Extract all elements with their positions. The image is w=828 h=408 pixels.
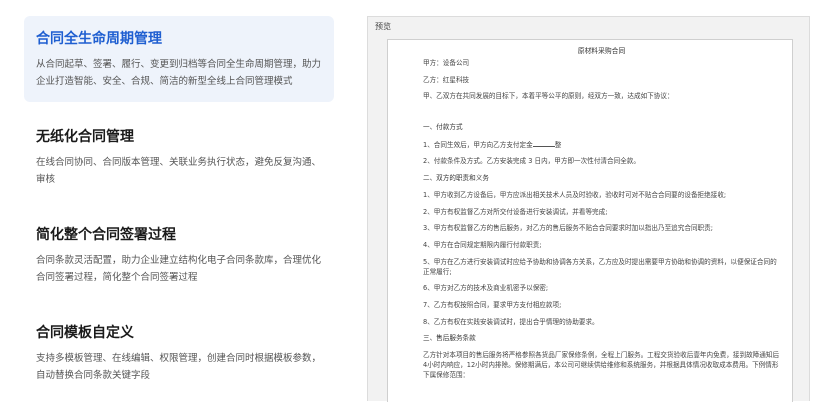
section-heading: 一、付款方式	[423, 123, 463, 132]
feature-title: 合同全生命周期管理	[36, 31, 162, 47]
feature-title: 简化整个合同签署过程	[36, 227, 176, 243]
section-heading: 三、售后服务条款	[423, 334, 476, 343]
document-title: 原材料采购合同	[577, 47, 626, 55]
feature-list: 合同全生命周期管理 从合同起草、签署、履行、变更到归档等合同全生命周期管理，助力…	[24, 16, 334, 408]
section-item: 4、甲方在合同规定期限内履行付款职责;	[423, 240, 542, 249]
blank-field	[532, 139, 555, 147]
feature-title: 合同模板自定义	[36, 325, 134, 341]
section-item: 2、付款条件及方式。乙方安装完成 3 日内，甲方即一次性付清合同全款。	[423, 157, 640, 166]
party-b: 乙方：红星科技	[423, 75, 470, 84]
party-a: 甲方：设备公司	[423, 59, 470, 67]
preview-window: 预览 原材料采购合同 甲方：设备公司 乙方：红星科技 甲、乙双方在共同发展的目标…	[367, 16, 810, 402]
feature-description: 从合同起草、签署、履行、变更到归档等合同全生命周期管理，助力企业打造智能、安全、…	[36, 59, 322, 87]
section-heading: 二、双方的职责和义务	[423, 174, 489, 183]
section-item: 3、甲方有权监督乙方的售后服务，对乙方的售后服务不贴合合同要求时加以指出乃至追究…	[423, 224, 713, 233]
section-item: 1、甲方收到乙方设备后，甲方应派出相关技术人员及时验收，验收时可对不贴合合同要的…	[423, 190, 727, 199]
section-item: 1、合同生效后，甲方向乙方支付定金整	[423, 139, 562, 149]
feature-item-template[interactable]: 合同模板自定义 支持多模板管理、在线编辑、权限管理，创建合同时根据模板参数，自动…	[24, 310, 334, 396]
feature-description: 支持多模板管理、在线编辑、权限管理，创建合同时根据模板参数，自动替换合同条款关键…	[36, 353, 322, 381]
feature-description: 合同条款灵活配置，助力企业建立结构化电子合同条款库，合理优化合同签署过程，简化整…	[36, 255, 322, 283]
feature-title: 无纸化合同管理	[36, 129, 134, 145]
intro-text: 甲、乙双方在共同发展的目标下，本着平等公平的原则，经双方一致，达成如下协议：	[423, 92, 674, 101]
feature-item-paperless[interactable]: 无纸化合同管理 在线合同协同、合同版本管理、关联业务执行状态，避免反复沟通、审核	[24, 114, 334, 200]
section-item: 2、甲方有权监督乙方对所交付设备进行安装调试，并看等完成;	[423, 207, 608, 216]
section-item: 5、甲方在乙方进行安装调试时应给予协助和协调各方关系，乙方应及时提出需要甲方协助…	[423, 257, 777, 276]
contract-document[interactable]: 原材料采购合同 甲方：设备公司 乙方：红星科技 甲、乙双方在共同发展的目标下，本…	[387, 39, 793, 402]
section-item: 7、乙方有权按照合同，要求甲方支付相应款项;	[423, 300, 562, 309]
section-item: 8、乙方有权在实践安装调试时，提出合乎情理的协助要求。	[423, 317, 599, 326]
preview-label: 预览	[375, 22, 391, 31]
section-item: 6、甲方对乙方的技术及商业机密予以保密;	[423, 284, 549, 293]
feature-item-lifecycle[interactable]: 合同全生命周期管理 从合同起草、签署、履行、变更到归档等合同全生命周期管理，助力…	[24, 16, 334, 102]
feature-item-simplify-signing[interactable]: 简化整个合同签署过程 合同条款灵活配置，助力企业建立结构化电子合同条款库，合理优…	[24, 212, 334, 298]
feature-description: 在线合同协同、合同版本管理、关联业务执行状态，避免反复沟通、审核	[36, 157, 322, 185]
section-item: 乙方针对本项目的售后服务将严格参照各货品厂家保修条例，全程上门服务。工程交货验收…	[423, 351, 780, 379]
